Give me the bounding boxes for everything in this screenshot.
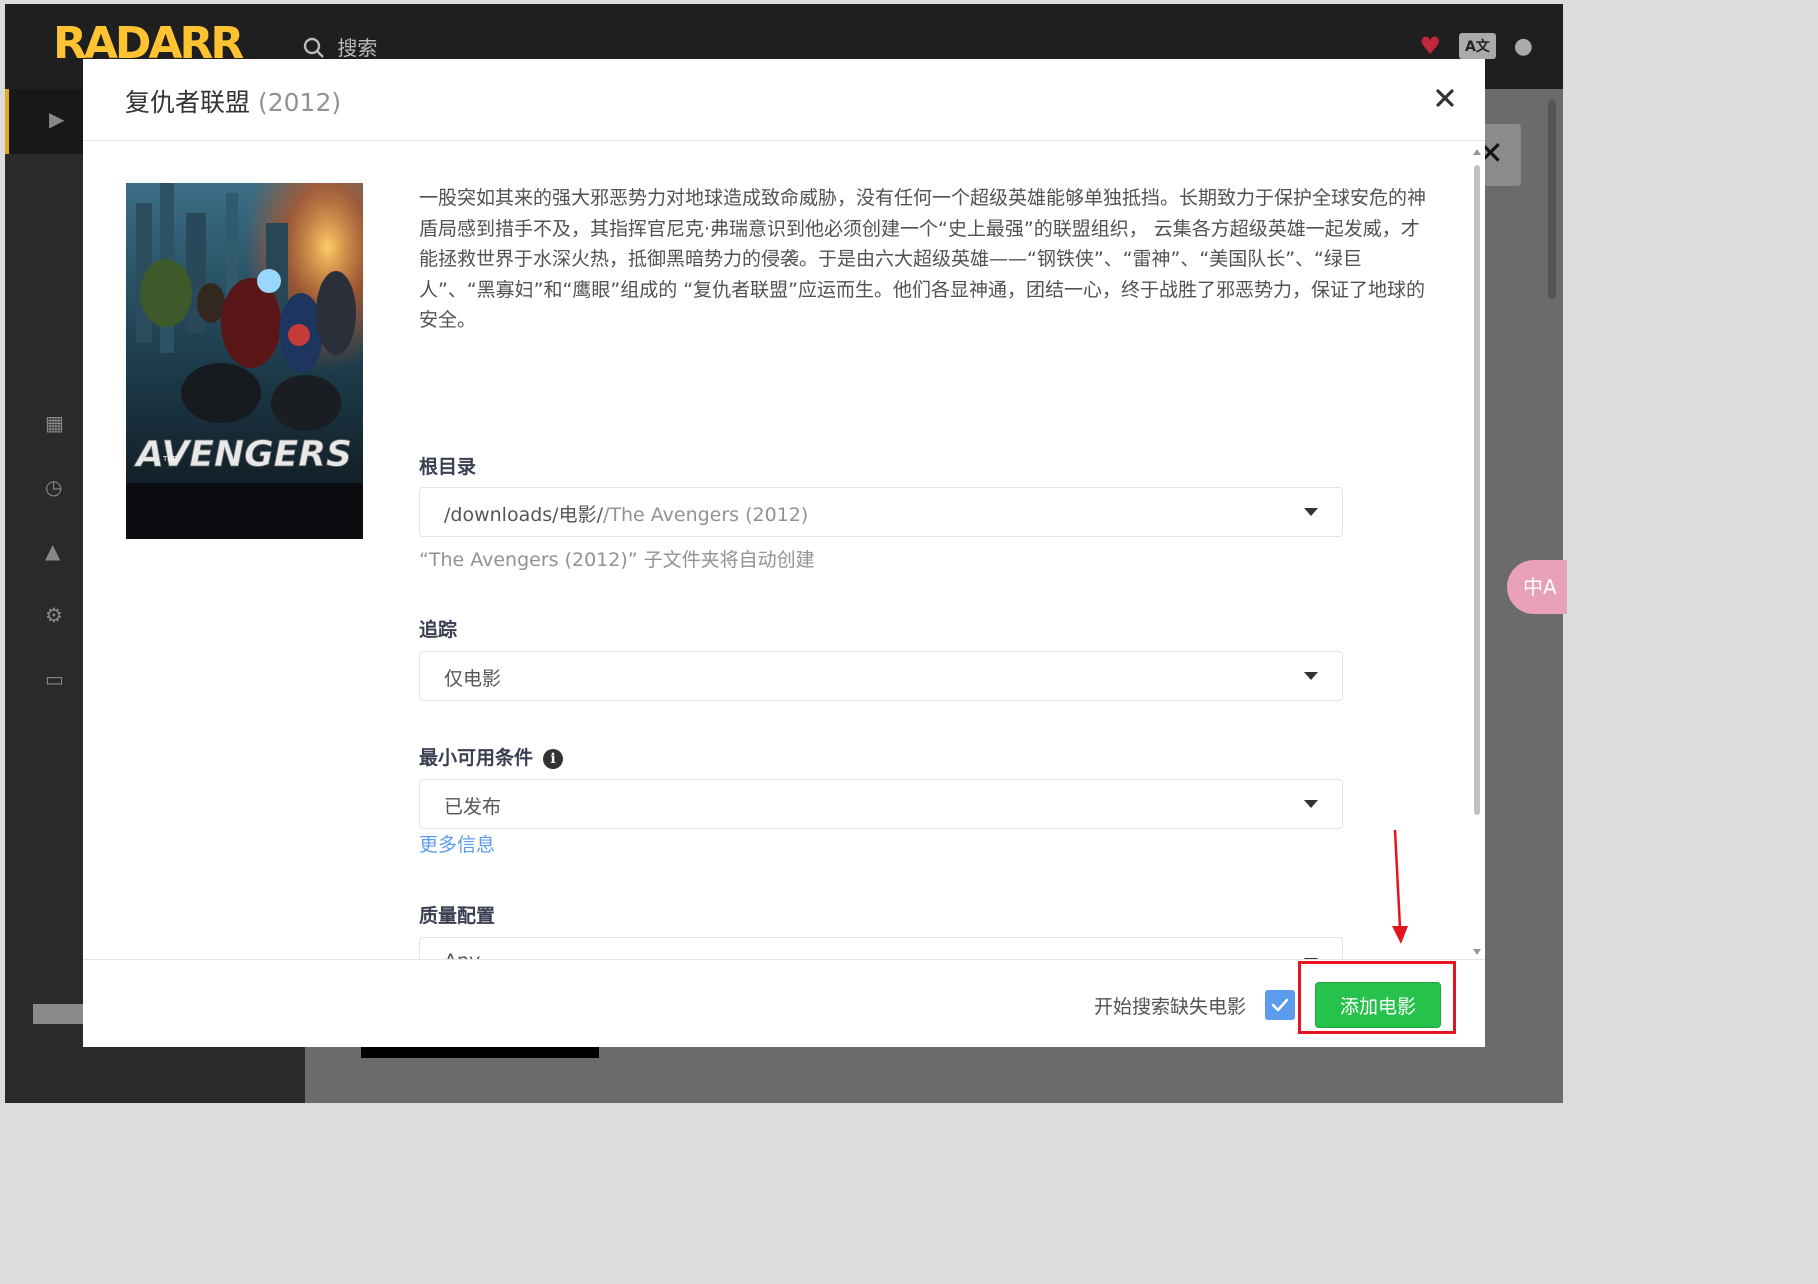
modal-footer: 开始搜索缺失电影 添加电影 [83,959,1485,1048]
system-icon[interactable]: ▭ [45,667,64,691]
search-placeholder: 搜索 [337,36,378,60]
close-icon [1436,89,1454,107]
poster-small-text: THE [162,455,177,463]
search-box[interactable]: 搜索 [303,32,377,61]
minimum-availability-label-text: 最小可用条件 [419,747,534,769]
scroll-down-arrow-icon[interactable] [1473,949,1481,955]
scroll-up-arrow-icon[interactable] [1473,149,1481,155]
search-missing-label: 开始搜索缺失电影 [1094,996,1247,1018]
quality-profile-label: 质量配置 [419,905,496,927]
search-icon [303,37,324,58]
heart-icon[interactable]: ♥ [1419,32,1441,60]
add-movie-modal: 复仇者联盟 (2012) AVENGERS THE 一股突如其来的强大邪恶势力对… [83,59,1485,1047]
chevron-down-icon [1304,508,1318,516]
root-folder-label: 根目录 [419,456,477,478]
minimum-availability-select[interactable]: 已发布 [419,779,1343,829]
minimum-availability-label: 最小可用条件 i [419,743,564,770]
top-icons: ♥ A文 ● [1419,32,1533,60]
modal-body: AVENGERS THE 一股突如其来的强大邪恶势力对地球造成致命威胁，没有任何… [83,141,1485,959]
quality-profile-value: Any [444,950,480,959]
clock-icon[interactable]: ◷ [45,475,62,499]
root-folder-path: /downloads/电影/ [444,504,603,526]
play-icon: ▶ [49,107,65,131]
movie-overview: 一股突如其来的强大邪恶势力对地球造成致命威胁，没有任何一个超级英雄能够单独抵挡。… [419,187,1427,331]
root-folder-subfolder: /The Avengers (2012) [602,504,809,526]
root-folder-help: “The Avengers (2012)” 子文件夹将自动创建 [419,549,815,571]
minimum-availability-value: 已发布 [444,796,502,818]
modal-title: 复仇者联盟 (2012) [125,83,341,119]
page-scrollbar[interactable] [1548,99,1556,299]
chevron-down-icon [1304,672,1318,680]
modal-scrollbar[interactable] [1473,149,1481,955]
chevron-down-icon [1304,800,1318,808]
modal-header: 复仇者联盟 (2012) [83,59,1485,141]
quality-profile-select[interactable]: Any [419,937,1343,959]
monitor-select[interactable]: 仅电影 [419,651,1343,701]
root-folder-select[interactable]: /downloads/电影//The Avengers (2012) [419,487,1343,537]
scrollbar-thumb[interactable] [1474,165,1480,815]
info-icon[interactable]: i [543,749,564,769]
close-button[interactable] [1429,82,1461,114]
user-icon[interactable]: ● [1514,34,1533,59]
root-folder-value: /downloads/电影//The Avengers (2012) [444,500,808,527]
settings-icon[interactable]: ⚙ [45,603,63,627]
movie-poster: AVENGERS THE [126,183,363,539]
warning-icon[interactable]: ▲ [45,539,60,563]
more-info-link[interactable]: 更多信息 [419,830,495,857]
translate-icon[interactable]: A文 [1458,33,1496,59]
movie-year: (2012) [257,88,342,117]
check-icon [1271,998,1289,1012]
search-missing-checkbox[interactable] [1265,990,1295,1020]
monitor-label: 追踪 [419,619,458,641]
calendar-icon[interactable]: ▦ [45,411,64,435]
movie-title: 复仇者联盟 [125,88,251,117]
translate-fab-button[interactable]: 中A [1507,560,1567,614]
monitor-value: 仅电影 [444,668,502,690]
add-movie-button[interactable]: 添加电影 [1315,982,1441,1028]
